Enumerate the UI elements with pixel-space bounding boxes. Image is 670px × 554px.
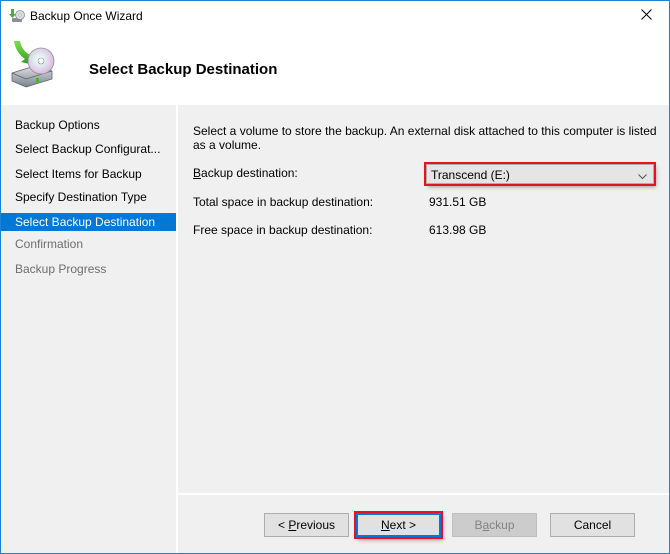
title-bar: Backup Once Wizard (1, 1, 669, 31)
page-title: Select Backup Destination (89, 61, 278, 78)
backup-wizard-icon (9, 8, 25, 24)
backup-destination-label: Backup destination: (193, 166, 298, 180)
backup-destination-dropdown[interactable]: Transcend (E:) (426, 164, 654, 184)
sidebar-item-backup-progress: Backup Progress (15, 262, 107, 276)
dropdown-selected-value: Transcend (E:) (431, 168, 510, 182)
sidebar-item-specify-destination-type[interactable]: Specify Destination Type (1, 188, 176, 206)
sidebar-item-select-items-for-backup[interactable]: Select Items for Backup (1, 165, 176, 183)
close-icon (640, 9, 652, 23)
sidebar-item-select-backup-configuration[interactable]: Select Backup Configurat... (1, 140, 176, 158)
previous-prefix: < (277, 518, 289, 532)
backup-drive-disc-icon (8, 39, 58, 89)
window-title: Backup Once Wizard (30, 9, 143, 23)
close-button[interactable] (623, 1, 669, 31)
chevron-down-icon (638, 170, 647, 180)
sidebar-item-backup-options[interactable]: Backup Options (1, 116, 176, 134)
backup-button: Backup (452, 513, 537, 537)
wizard-footer: < Previous Next > Backup Cancel (178, 495, 669, 553)
content-panel: Select a volume to store the backup. An … (178, 105, 669, 493)
backup-rest: ckup (489, 518, 515, 532)
free-space-label: Free space in backup destination: (193, 223, 373, 237)
previous-button[interactable]: < Previous (264, 513, 349, 537)
total-space-value: 931.51 GB (429, 195, 487, 209)
wizard-steps-sidebar: Backup Options Select Backup Configurat.… (1, 105, 176, 553)
next-button[interactable]: Next > (356, 513, 441, 537)
instructions-text: Select a volume to store the backup. An … (193, 124, 657, 152)
next-accel: N (380, 518, 390, 532)
previous-rest: revious (296, 518, 336, 532)
free-space-value: 613.98 GB (429, 223, 487, 237)
cancel-button[interactable]: Cancel (550, 513, 635, 537)
wizard-header: Select Backup Destination (1, 31, 669, 105)
accel-key: B (193, 166, 202, 180)
wizard-window: Backup Once Wizard Select Backup Destina… (0, 0, 670, 554)
label-text: ackup destination: (201, 166, 298, 180)
total-space-label: Total space in backup destination: (193, 195, 374, 209)
sidebar-item-select-backup-destination[interactable]: Select Backup Destination (1, 213, 176, 231)
next-rest: ext > (389, 518, 417, 532)
sidebar-item-confirmation: Confirmation (15, 237, 84, 251)
